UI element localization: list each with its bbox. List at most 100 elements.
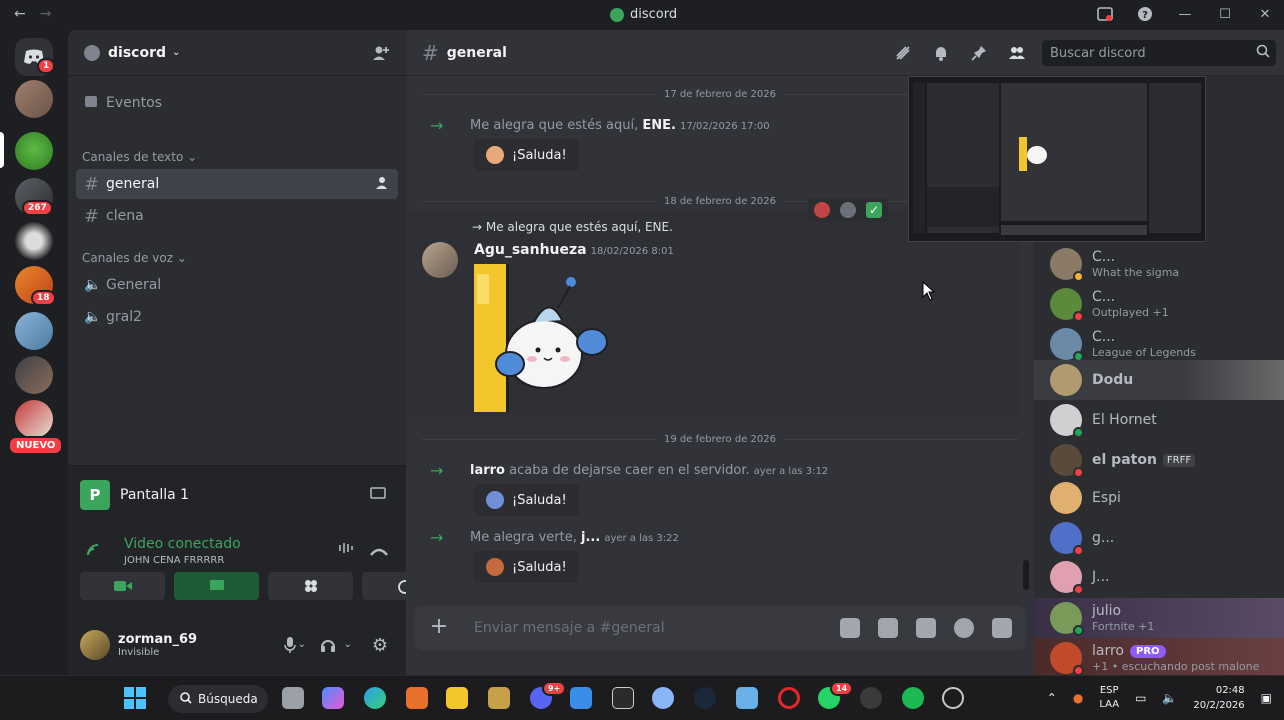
- forward-arrow-icon[interactable]: →: [40, 6, 52, 22]
- task-view-icon[interactable]: [282, 687, 304, 709]
- apps-icon[interactable]: [992, 618, 1012, 638]
- server-icon-3[interactable]: [15, 222, 53, 260]
- member-item[interactable]: C... What the sigma: [1034, 244, 1284, 284]
- author-name[interactable]: Agu_sanhueza: [474, 242, 587, 258]
- voice-channel-general[interactable]: 🔈 General: [76, 270, 398, 300]
- member-item[interactable]: Espi: [1034, 478, 1284, 518]
- server-header[interactable]: discord ⌄: [68, 30, 406, 76]
- file-explorer-icon[interactable]: [446, 687, 468, 709]
- notification-icon[interactable]: ▣: [1261, 691, 1272, 705]
- wave-button[interactable]: ¡Saluda!: [474, 139, 579, 171]
- microphone-icon[interactable]: [284, 637, 296, 657]
- server-icon-pepe[interactable]: [15, 132, 53, 170]
- member-item[interactable]: larro PRO +1 • escuchando post malone: [1034, 638, 1284, 678]
- search-input[interactable]: Buscar discord: [1042, 40, 1276, 66]
- microphone-icon[interactable]: ●: [1073, 691, 1083, 705]
- settings-icon[interactable]: [652, 687, 674, 709]
- member-item[interactable]: el paton FRFF: [1034, 440, 1284, 480]
- voice-channel-gral2[interactable]: 🔈 gral2: [76, 302, 398, 332]
- threads-icon[interactable]: [894, 44, 912, 66]
- wave-button[interactable]: ¡Saluda!: [474, 484, 579, 516]
- app-icon[interactable]: [406, 687, 428, 709]
- chat-scrollbar[interactable]: [1023, 560, 1029, 590]
- gif-icon[interactable]: [878, 618, 898, 638]
- taskbar-search[interactable]: Búsqueda: [168, 685, 268, 713]
- sticker-icon[interactable]: [916, 618, 936, 638]
- channel-general[interactable]: # general: [76, 169, 398, 199]
- close-icon[interactable]: ✕: [1256, 5, 1274, 23]
- app-icon[interactable]: [942, 687, 964, 709]
- wave-button[interactable]: ¡Saluda!: [474, 551, 579, 583]
- server-icon-6[interactable]: [15, 356, 53, 394]
- opera-icon[interactable]: [778, 687, 800, 709]
- events-item[interactable]: Eventos: [76, 88, 398, 118]
- app-icon[interactable]: [860, 687, 882, 709]
- reply-reference[interactable]: → Me alegra que estés aquí, ENE.: [472, 220, 673, 234]
- disconnect-icon[interactable]: [370, 542, 388, 561]
- author-avatar[interactable]: [422, 242, 458, 278]
- language-indicator[interactable]: ESP LAA: [1099, 684, 1119, 712]
- member-item[interactable]: El Hornet: [1034, 400, 1284, 440]
- help-icon[interactable]: ?: [1136, 5, 1154, 23]
- server-icon-5[interactable]: [15, 312, 53, 350]
- add-member-icon[interactable]: [372, 44, 390, 66]
- inbox-icon[interactable]: [1096, 5, 1114, 23]
- server-icon-7[interactable]: [15, 400, 53, 438]
- member-list-icon[interactable]: [1008, 44, 1026, 66]
- network-icon[interactable]: ▭: [1135, 691, 1146, 705]
- add-attachment-icon[interactable]: +: [428, 616, 450, 639]
- start-windows-icon[interactable]: [124, 687, 146, 709]
- member-mention[interactable]: j...: [581, 530, 600, 545]
- edge-icon[interactable]: [364, 687, 386, 709]
- member-item[interactable]: C... League of Legends: [1034, 324, 1284, 364]
- message-composer[interactable]: + Enviar mensaje a #general: [414, 606, 1026, 650]
- stream-preview[interactable]: P Pantalla 1: [80, 480, 189, 510]
- user-avatar[interactable]: [80, 630, 110, 660]
- back-arrow-icon[interactable]: ←: [14, 6, 26, 22]
- member-avatar: [1050, 404, 1084, 438]
- voice-channels-category[interactable]: Canales de voz ⌄: [82, 251, 187, 265]
- settings-gear-icon[interactable]: ⚙: [372, 635, 388, 656]
- minimize-icon[interactable]: —: [1176, 5, 1194, 23]
- checkmark-icon[interactable]: ✓: [866, 202, 882, 218]
- app-icon[interactable]: [736, 687, 758, 709]
- headphone-options-icon[interactable]: ⌄: [344, 639, 352, 650]
- member-mention[interactable]: ENE.: [642, 118, 676, 133]
- noise-suppression-icon[interactable]: [338, 540, 356, 559]
- app-icon[interactable]: [488, 687, 510, 709]
- pin-icon[interactable]: [970, 44, 988, 66]
- reaction-icon[interactable]: [840, 202, 856, 218]
- server-icon-1[interactable]: [15, 80, 53, 118]
- camera-button[interactable]: [80, 572, 165, 600]
- epic-games-icon[interactable]: [612, 687, 634, 709]
- member-item[interactable]: julio Fortnite +1: [1034, 598, 1284, 638]
- popout-icon[interactable]: [370, 486, 386, 505]
- text-channels-category[interactable]: Canales de texto ⌄: [82, 150, 197, 164]
- store-icon[interactable]: [570, 687, 592, 709]
- chevron-up-icon[interactable]: ⌃: [1047, 691, 1057, 705]
- activities-button[interactable]: [268, 572, 353, 600]
- steam-icon[interactable]: [694, 687, 716, 709]
- screen-share-preview[interactable]: [908, 76, 1206, 242]
- clock[interactable]: 02:48 20/2/2026: [1193, 683, 1244, 713]
- member-activity: League of Legends: [1092, 346, 1196, 359]
- headphones-icon[interactable]: [320, 637, 336, 657]
- maximize-icon[interactable]: ☐: [1216, 5, 1234, 23]
- notification-bell-icon[interactable]: [932, 44, 950, 66]
- channel-clena[interactable]: # clena: [76, 201, 398, 231]
- copilot-icon[interactable]: [322, 687, 344, 709]
- member-item[interactable]: C... Outplayed +1: [1034, 284, 1284, 324]
- member-item[interactable]: g...: [1034, 518, 1284, 558]
- member-item[interactable]: J...: [1034, 557, 1284, 597]
- invite-icon[interactable]: [376, 176, 390, 194]
- screen-share-button[interactable]: [174, 572, 259, 600]
- reaction-icon[interactable]: [814, 202, 830, 218]
- member-mention[interactable]: larro: [470, 463, 505, 478]
- volume-icon[interactable]: 🔈: [1162, 691, 1177, 705]
- emoji-icon[interactable]: [954, 618, 974, 638]
- gift-icon[interactable]: [840, 618, 860, 638]
- sticker-image[interactable]: [474, 264, 610, 412]
- spotify-icon[interactable]: [902, 687, 924, 709]
- mic-options-icon[interactable]: ⌄: [298, 639, 306, 650]
- member-item[interactable]: Dodu: [1034, 360, 1284, 400]
